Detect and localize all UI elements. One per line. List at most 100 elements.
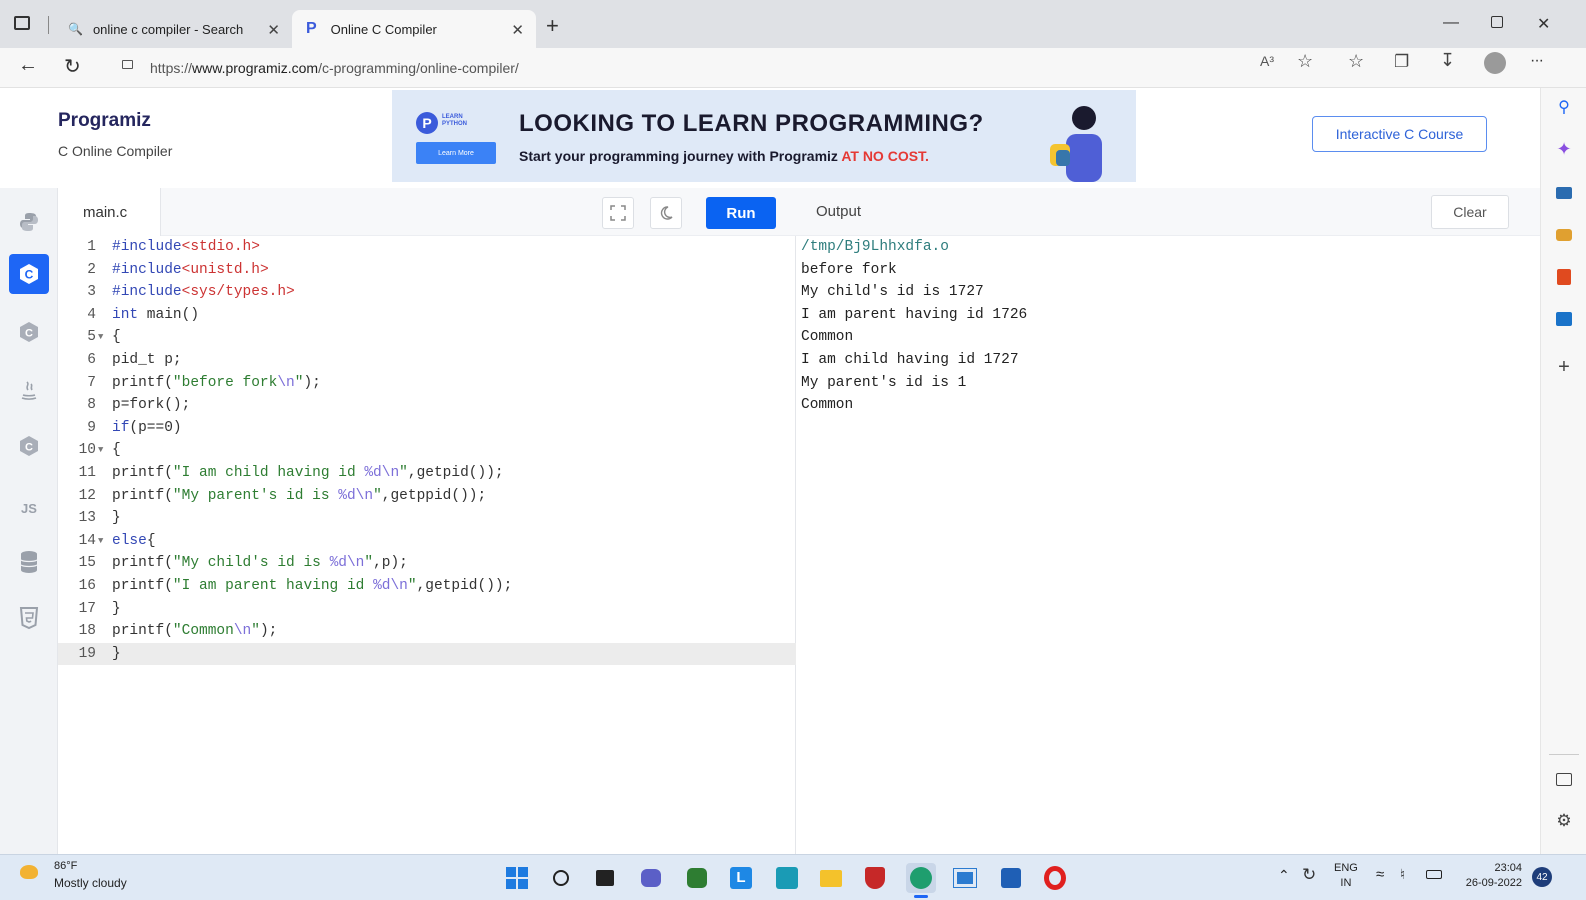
tab-compiler[interactable]: P Online C Compiler ✕: [292, 10, 536, 48]
language-java[interactable]: [9, 370, 49, 410]
search-icon[interactable]: ⚲: [1553, 96, 1575, 118]
tools-icon[interactable]: [1553, 182, 1575, 204]
file-tab-main-c[interactable]: main.c: [58, 188, 161, 236]
taskbar-search-icon[interactable]: [546, 863, 576, 893]
volume-icon[interactable]: ♮: [1400, 866, 1405, 883]
fold-icon[interactable]: ▼: [98, 530, 103, 553]
dark-mode-button[interactable]: [650, 197, 682, 229]
banner-badge: LEARN PYTHON: [442, 114, 467, 128]
code-text: else{: [112, 532, 156, 549]
start-button[interactable]: [502, 863, 532, 893]
output-header: Output Clear: [796, 188, 1540, 236]
ad-banner[interactable]: P LEARN PYTHON Learn More LOOKING TO LEAR…: [392, 90, 1136, 182]
file-explorer-icon[interactable]: [816, 863, 846, 893]
notification-badge[interactable]: 42: [1532, 867, 1552, 887]
app-l-icon[interactable]: L: [726, 863, 756, 893]
battery-icon[interactable]: [1426, 870, 1442, 879]
line-number: 19: [78, 645, 96, 662]
more-menu-icon[interactable]: ···: [1530, 52, 1544, 70]
interactive-course-button[interactable]: Interactive C Course: [1312, 116, 1487, 152]
teams-chat-icon[interactable]: [636, 863, 666, 893]
profile-avatar-icon[interactable]: [1484, 52, 1506, 74]
banner-learn-button[interactable]: Learn More: [416, 142, 496, 164]
browser-sidebar: ⚲ ✦ + ⚙: [1540, 88, 1586, 854]
read-aloud-icon[interactable]: A³: [1260, 53, 1274, 69]
banner-illustration: [1032, 100, 1122, 182]
language-html[interactable]: [9, 598, 49, 638]
output-label: Output: [816, 203, 862, 220]
code-editor[interactable]: 1 #include<stdio.h> 2 #include<unistd.h> 3…: [58, 236, 796, 854]
downloads-icon[interactable]: ↧: [1440, 50, 1455, 71]
store-icon[interactable]: [996, 863, 1026, 893]
cpp-icon: C: [20, 322, 38, 342]
back-icon[interactable]: ←: [18, 54, 38, 77]
office-icon[interactable]: [1553, 266, 1575, 288]
output-line: /tmp/Bj9Lhhxdfa.o: [801, 239, 949, 255]
active-app-indicator: [914, 895, 928, 898]
edge-icon[interactable]: [906, 863, 936, 893]
tab-actions-icon[interactable]: [14, 16, 30, 30]
weather-condition[interactable]: Mostly cloudy: [54, 876, 127, 890]
language-csharp[interactable]: C: [9, 426, 49, 466]
code-text: #include<sys/types.h>: [112, 284, 295, 301]
line-number: 15: [78, 555, 96, 572]
fullscreen-button[interactable]: [602, 197, 634, 229]
code-text: printf("Common\n");: [112, 623, 278, 640]
minimize-icon[interactable]: —: [1443, 14, 1459, 32]
hide-sidebar-icon[interactable]: [1553, 768, 1575, 790]
settings-gear-icon[interactable]: ⚙: [1553, 810, 1575, 832]
app-teal-icon[interactable]: [772, 863, 802, 893]
app-window-icon[interactable]: [950, 863, 980, 893]
new-tab-button[interactable]: +: [546, 13, 559, 39]
clock[interactable]: 23:04 26-09-2022: [1456, 861, 1522, 891]
code-line: 17}: [58, 598, 796, 621]
wifi-icon[interactable]: ≈: [1376, 866, 1384, 883]
task-view-icon[interactable]: [590, 863, 620, 893]
language-cpp[interactable]: C: [9, 312, 49, 352]
run-button[interactable]: Run: [706, 197, 776, 229]
favorites-list-icon[interactable]: ☆: [1348, 51, 1364, 72]
java-icon: [21, 381, 37, 400]
language-sidebar: C C C JS: [0, 188, 58, 854]
close-tab-icon[interactable]: ✕: [267, 21, 280, 39]
language-python[interactable]: [9, 202, 49, 242]
lock-icon: [122, 60, 133, 69]
sparkle-icon[interactable]: ✦: [1553, 138, 1575, 160]
line-number: 9: [87, 419, 96, 436]
close-window-icon[interactable]: ✕: [1537, 14, 1550, 34]
language-sql[interactable]: [9, 542, 49, 582]
opera-icon[interactable]: [1040, 863, 1070, 893]
restore-icon[interactable]: [1491, 16, 1503, 28]
favorite-star-icon[interactable]: ☆: [1297, 51, 1313, 72]
weather-icon[interactable]: [20, 865, 38, 879]
language-indicator[interactable]: ENG IN: [1334, 861, 1358, 891]
moon-icon: [660, 206, 673, 220]
language-c[interactable]: C: [9, 254, 49, 294]
fold-icon[interactable]: ▼: [98, 439, 103, 462]
language-javascript[interactable]: JS: [9, 488, 49, 528]
weather-temperature[interactable]: 86°F: [54, 860, 77, 872]
fold-icon[interactable]: ▼: [98, 326, 103, 349]
programiz-logo[interactable]: Programiz: [58, 110, 151, 132]
outlook-icon[interactable]: [1553, 308, 1575, 330]
line-number: 11: [78, 465, 96, 481]
tab-search[interactable]: 🔍 online c compiler - Search ✕: [52, 10, 292, 48]
whatsapp-icon[interactable]: [682, 863, 712, 893]
mcafee-icon[interactable]: [860, 863, 890, 893]
code-line: 8 p=fork();: [58, 394, 796, 417]
output-line: My parent's id is 1: [801, 374, 967, 391]
code-text: int main(): [112, 306, 200, 323]
refresh-icon[interactable]: ↻: [64, 54, 81, 79]
close-tab-icon[interactable]: ✕: [511, 21, 524, 39]
clear-button[interactable]: Clear: [1431, 195, 1509, 229]
code-line: 2 #include<unistd.h>: [58, 259, 796, 282]
code-text: #include<unistd.h>: [112, 261, 269, 278]
search-icon: 🔍: [68, 22, 83, 36]
output-line: Common: [801, 397, 854, 414]
chevron-up-icon[interactable]: ⌃: [1278, 867, 1290, 884]
add-icon[interactable]: +: [1553, 356, 1575, 378]
games-icon[interactable]: [1553, 224, 1575, 246]
collections-icon[interactable]: ❐: [1394, 52, 1409, 72]
sync-icon[interactable]: ↻: [1302, 865, 1316, 885]
lang-code: ENG: [1334, 862, 1358, 874]
